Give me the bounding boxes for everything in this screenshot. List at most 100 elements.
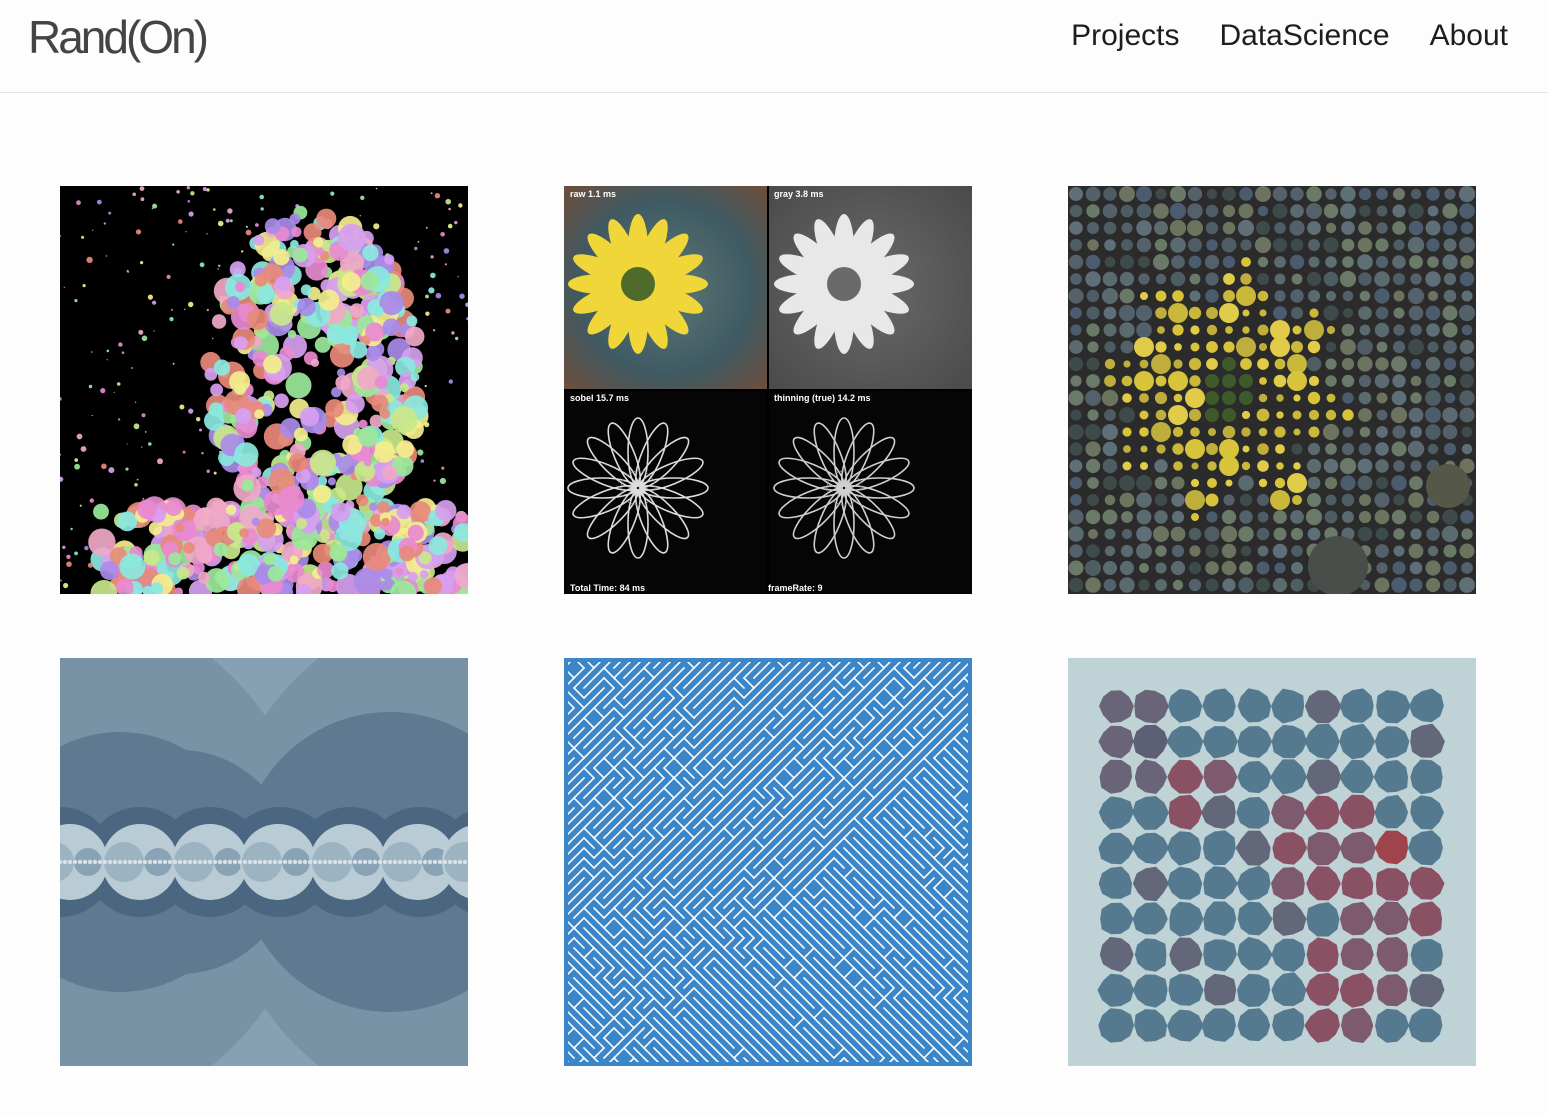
decor-blob (1339, 688, 1374, 723)
decor-dot (1289, 254, 1305, 270)
decor-dot (1309, 308, 1319, 318)
decor-dot (1222, 374, 1236, 388)
decor-dot (1120, 544, 1134, 558)
decor-dot (1392, 340, 1406, 354)
decor-dot (97, 859, 103, 865)
decor-dot (1358, 374, 1372, 388)
decor-dot (1103, 476, 1117, 490)
decor-dot (177, 859, 183, 865)
decor-dot (1168, 303, 1188, 323)
decor-dot (1325, 290, 1337, 302)
decor-dot (1190, 325, 1200, 335)
decor-dot (1256, 408, 1270, 422)
nav-link-about[interactable]: About (1430, 16, 1508, 56)
decor-dot (1153, 526, 1169, 542)
project-tile-flower-circle-packing[interactable] (1068, 186, 1476, 594)
decor-dot (1206, 358, 1218, 370)
decor-dot (1223, 273, 1235, 285)
decor-dot (152, 300, 157, 305)
decor-dot (1410, 426, 1422, 438)
decor-blob (1237, 761, 1272, 794)
decor-dot (1138, 256, 1150, 268)
decor-dot (1257, 494, 1269, 506)
decor-dot (1359, 494, 1371, 506)
decor-dot (1376, 426, 1388, 438)
decor-dot (1427, 256, 1439, 268)
decor-dot (425, 311, 430, 316)
decor-dot (372, 859, 378, 865)
decor-dot (457, 859, 463, 865)
project-tile-blob-grid[interactable] (1068, 658, 1476, 1066)
decor-dot (1357, 356, 1373, 372)
decor-dot (1392, 425, 1406, 439)
decor-dot (1443, 340, 1457, 354)
project-tile-blue-maze[interactable] (564, 658, 972, 1066)
nav-link-datascience[interactable]: DataScience (1219, 16, 1389, 56)
decor-blob (1376, 937, 1409, 972)
decor-dot (1392, 255, 1406, 269)
project-tile-flower-edge-detection[interactable]: raw 1.1 ms gray 3.8 ms sobel 15.7 ms thi… (564, 186, 972, 594)
decor-dot (152, 203, 158, 209)
decor-dot (358, 419, 368, 429)
decor-dot (1191, 462, 1199, 470)
decor-dot (288, 453, 308, 473)
decor-dot (447, 223, 453, 229)
decor-dot (1426, 238, 1440, 252)
decor-dot (117, 859, 123, 865)
decor-dot (247, 308, 269, 330)
decor-dot (1119, 271, 1135, 287)
decor-dot (207, 859, 213, 865)
decor-dot (1342, 290, 1354, 302)
nav-link-projects[interactable]: Projects (1071, 16, 1179, 56)
decor-dot (1154, 476, 1168, 490)
decor-dot (349, 549, 363, 563)
decor-dot (1375, 306, 1389, 320)
decor-dot (1222, 187, 1236, 201)
decor-dot (1459, 543, 1475, 559)
decor-dot (217, 268, 219, 270)
decor-dot (241, 250, 244, 253)
decor-dot (1190, 478, 1200, 488)
decor-dot (1410, 392, 1422, 404)
decor-dot (1425, 305, 1441, 321)
decor-dot (1154, 391, 1168, 405)
decor-dot (1205, 221, 1219, 235)
project-tile-nested-circles[interactable] (60, 658, 468, 1066)
decor-dot (1374, 577, 1390, 593)
decor-dot (1409, 476, 1423, 490)
decor-dot (1391, 441, 1407, 457)
decor-dot (1276, 394, 1284, 402)
decor-dot (1340, 203, 1356, 219)
decor-dot (404, 326, 425, 347)
decor-dot (172, 859, 178, 865)
decor-dot (274, 393, 289, 409)
decor-blob (1237, 726, 1272, 758)
decor-dot (1169, 219, 1187, 237)
decor-dot (1205, 544, 1219, 558)
decor-dot (396, 440, 415, 458)
decor-dot (1461, 426, 1473, 438)
decor-dot (1291, 341, 1303, 353)
project-tile-portrait-circles[interactable] (60, 186, 468, 594)
decor-dot (1104, 545, 1116, 557)
decor-dot (229, 219, 233, 223)
decor-dot (1069, 340, 1083, 354)
decor-dot (1325, 494, 1337, 506)
decor-dot (113, 391, 115, 394)
decor-dot (138, 329, 144, 335)
decor-dot (245, 229, 252, 236)
decor-dot (1151, 422, 1171, 442)
decor-dot (1068, 526, 1084, 542)
decor-dot (1390, 406, 1408, 424)
decor-dot (1119, 492, 1135, 508)
decor-dot (125, 467, 129, 471)
decor-blob (1167, 866, 1203, 900)
decor-dot (148, 442, 152, 446)
decor-dot (1443, 442, 1457, 456)
decor-dot (331, 562, 349, 580)
decor-dot (1325, 443, 1337, 455)
decor-dot (1222, 408, 1236, 422)
decor-dot (260, 207, 264, 211)
brand-logo-link[interactable]: Rand(On) (28, 10, 209, 64)
decor-dot (143, 549, 160, 566)
